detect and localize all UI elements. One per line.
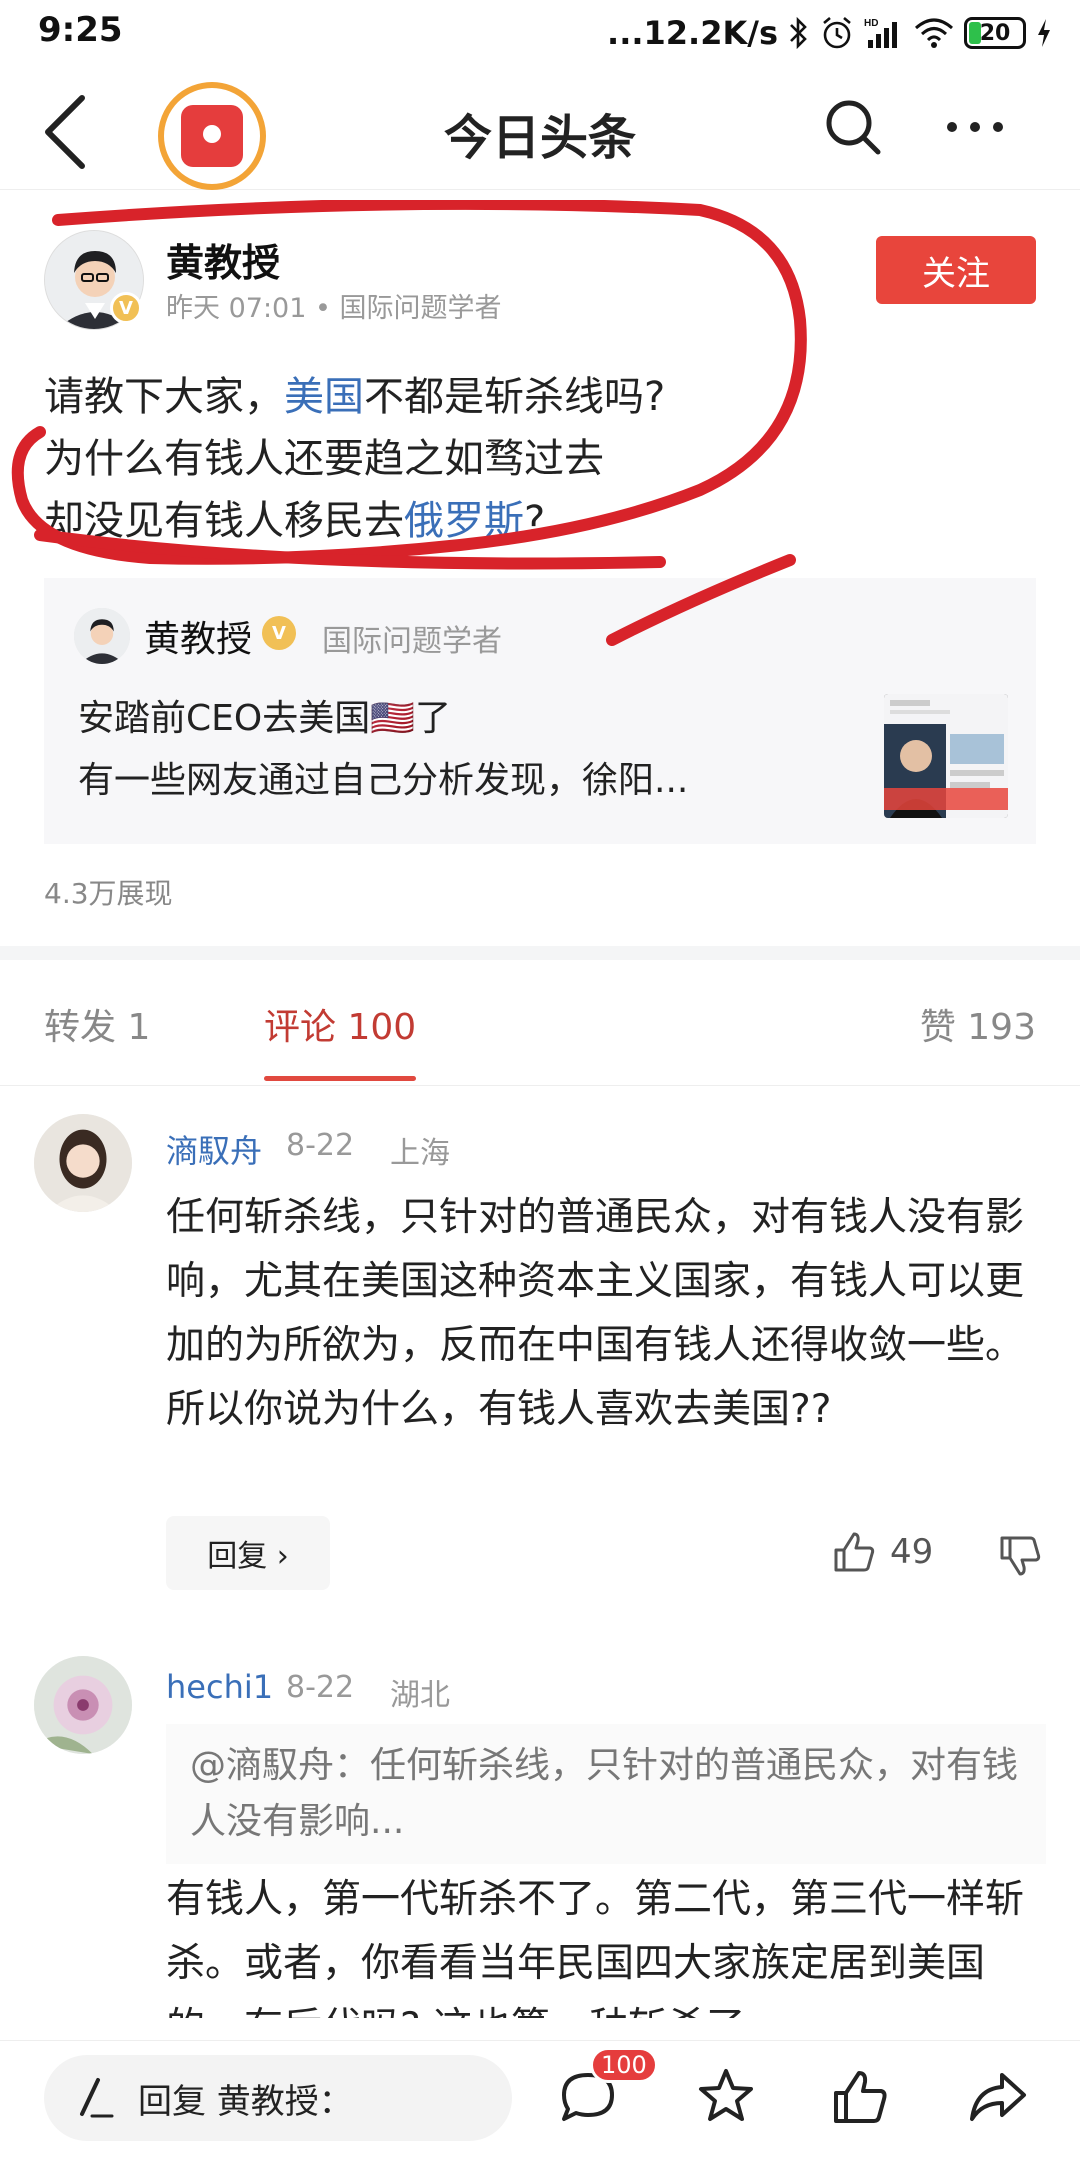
topic-link[interactable]: 美国 <box>284 374 364 420</box>
post-header: V 黄教授 昨天 07:01 • 国际问题学者 关注 <box>0 220 1080 340</box>
comment-date: 8-22 <box>286 1128 355 1163</box>
top-nav: 今日头条 <box>0 70 1080 190</box>
quoted-thumbnail-art <box>884 694 1008 818</box>
charging-icon <box>1038 19 1050 47</box>
thumbs-down-icon[interactable] <box>996 1532 1044 1580</box>
comment-text: 有钱人，第一代斩杀不了。第二代，第三代一样斩杀。或者，你看看当年民国四大家族定居… <box>166 1877 1025 2018</box>
post-meta: 昨天 07:01 • 国际问题学者 <box>166 293 502 324</box>
comment-text: 任何斩杀线，只针对的普通民众，对有钱人没有影响，尤其在美国这种资本主义国家，有钱… <box>166 1195 1025 1432</box>
battery-level: 20 <box>979 20 1011 46</box>
reply-button[interactable]: 回复 › <box>166 1516 330 1590</box>
topic-link[interactable]: 俄罗斯 <box>404 498 524 544</box>
comment-item: 滳馭舟 8-22 上海 任何斩杀线，只针对的普通民众，对有钱人没有影响，尤其在美… <box>0 1114 1080 1590</box>
engagement-tabs: 转发 1 评论 100 赞 193 <box>0 960 1080 1086</box>
post-text: 为什么有钱人还要趋之如骛过去 <box>44 436 604 482</box>
comment-like-count: 49 <box>890 1532 934 1572</box>
alarm-icon <box>823 17 851 49</box>
more-icon[interactable] <box>940 96 1010 158</box>
back-icon[interactable] <box>36 86 96 176</box>
quoted-text: 安踏前CEO去美国🇺🇸了 有一些网友通过自己分析发现，徐阳... <box>78 688 878 812</box>
post-text: ? <box>524 498 546 544</box>
follow-button[interactable]: 关注 <box>876 236 1036 304</box>
post-text: 请教下大家， <box>44 374 284 420</box>
svg-text:HD: HD <box>864 18 878 29</box>
comment-item: hechi1 8-22 湖北 @滳馭舟：任何斩杀线，只针对的普通民众，对有钱人没… <box>0 1656 1080 2036</box>
quoted-thumbnail-image <box>884 694 1008 818</box>
app-logo[interactable] <box>158 82 266 190</box>
quoted-author-role: 国际问题学者 <box>322 624 502 659</box>
post-text: 却没见有钱人移民去 <box>44 498 404 544</box>
quoted-verified-badge-icon: V <box>262 616 296 650</box>
post-body-line: 为什么有钱人还要趋之如骛过去 <box>44 428 1044 490</box>
post-body-line: 请教下大家，美国不都是斩杀线吗? <box>44 366 1044 428</box>
status-time: 9:25 <box>38 10 123 50</box>
cell-signal-icon: HD <box>864 18 897 48</box>
post-body: 请教下大家，美国不都是斩杀线吗? 为什么有钱人还要趋之如骛过去 却没见有钱人移民去俄… <box>44 366 1044 552</box>
active-tab-indicator <box>264 1076 416 1081</box>
reply-input[interactable]: 回复 黄教授： <box>44 2055 512 2141</box>
commenter-flower-image <box>34 1656 132 1754</box>
view-count: 4.3万展现 <box>44 877 173 910</box>
search-icon[interactable] <box>822 96 884 158</box>
reply-placeholder: 回复 黄教授： <box>138 2081 353 2122</box>
tab-repost[interactable]: 转发 1 <box>44 998 150 1050</box>
thumbs-up-icon[interactable] <box>828 2065 892 2129</box>
post-text: 不都是斩杀线吗? <box>364 374 666 420</box>
quoted-comment: @滳馭舟：任何斩杀线，只针对的普通民众，对有钱人没有影响... <box>166 1724 1046 1864</box>
commenter-avatar[interactable] <box>34 1656 132 1754</box>
verified-badge-icon: V <box>110 292 142 324</box>
status-bar: 9:25 ...12.2K/s HD 20 <box>0 0 1080 70</box>
quoted-text-line-1: 安踏前CEO去美国🇺🇸了 <box>78 698 452 739</box>
quoted-post-card[interactable]: 黄教授 V 国际问题学者 安踏前CEO去美国🇺🇸了 有一些网友通过自己分析发现，… <box>44 578 1036 844</box>
network-speed: ...12.2K/s <box>607 14 778 52</box>
tab-likes[interactable]: 赞 193 <box>920 998 1036 1050</box>
comment-date: 8-22 <box>286 1670 355 1705</box>
battery-icon: 20 <box>964 17 1026 49</box>
tab-comments[interactable]: 评论 100 <box>264 998 416 1050</box>
commenter-name[interactable]: hechi1 <box>166 1668 273 1706</box>
section-divider <box>0 946 1080 960</box>
status-icons: ...12.2K/s HD 20 <box>607 10 1052 56</box>
quoted-author-name: 黄教授 <box>144 619 253 660</box>
author-name[interactable]: 黄教授 <box>166 232 280 287</box>
bluetooth-icon <box>790 16 807 50</box>
thumbs-up-icon[interactable] <box>830 1528 878 1576</box>
comment-count-badge: 100 <box>590 2047 658 2083</box>
star-icon[interactable] <box>694 2065 758 2129</box>
comment-location: 上海 <box>390 1136 450 1171</box>
wifi-icon <box>915 18 953 48</box>
comment-location: 湖北 <box>390 1678 450 1713</box>
quoted-text-line-2: 有一些网友通过自己分析发现，徐阳... <box>78 760 689 801</box>
share-icon[interactable] <box>966 2065 1030 2129</box>
logo-mark <box>181 105 243 167</box>
commenter-portrait <box>34 1114 132 1212</box>
bottom-action-bar: 回复 黄教授： 100 <box>0 2040 1080 2160</box>
commenter-name[interactable]: 滳馭舟 <box>166 1126 262 1172</box>
quoted-author-avatar <box>74 608 130 664</box>
quoted-author-portrait <box>74 608 130 664</box>
pencil-icon <box>80 2078 114 2118</box>
commenter-avatar[interactable] <box>34 1114 132 1212</box>
post-body-line: 却没见有钱人移民去俄罗斯? <box>44 490 1044 552</box>
